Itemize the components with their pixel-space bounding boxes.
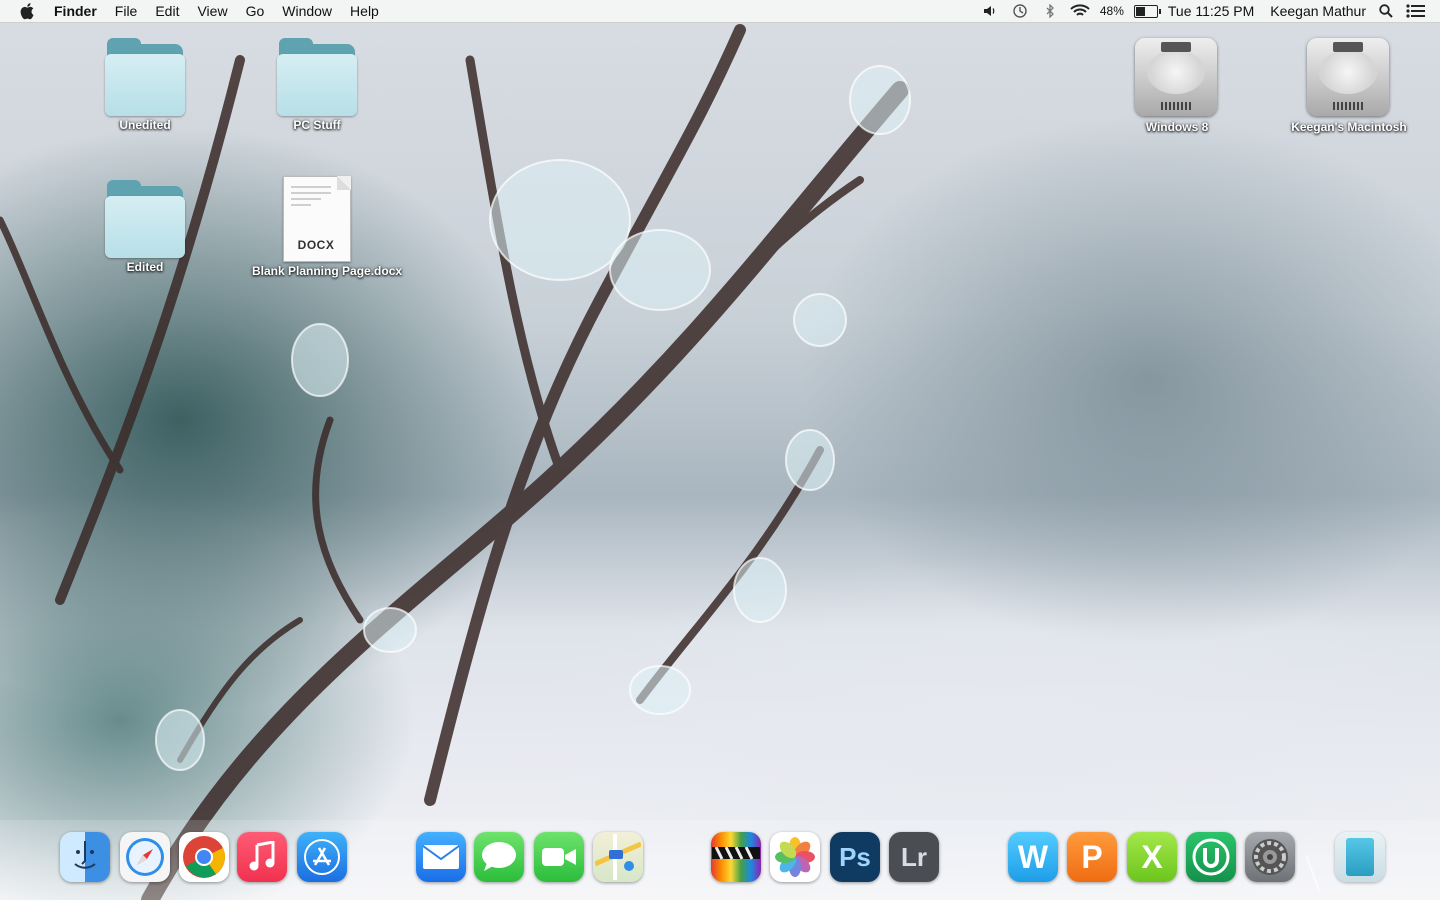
mail-icon[interactable] [416,832,466,882]
maps-icon[interactable] [593,832,643,882]
notification-center-icon[interactable] [1406,3,1426,19]
spotlight-icon[interactable] [1376,3,1396,19]
lightroom-icon[interactable]: Lr [889,832,939,882]
user-name[interactable]: Keegan Mathur [1270,3,1366,19]
desktop-icon-label: Unedited [119,118,171,132]
volume-icon[interactable] [980,3,1000,19]
desktop-icon-label: Windows 8 [1145,120,1209,134]
desktop-folder-edited[interactable]: Edited [80,180,210,274]
hard-drive-icon [1307,34,1391,118]
safari-icon[interactable] [120,832,170,882]
menu-app-name[interactable]: Finder [52,0,106,22]
menu-help[interactable]: Help [341,0,388,22]
desktop-wallpaper [0,0,1440,900]
photoshop-label: Ps [839,841,871,872]
bluetooth-icon[interactable] [1040,3,1060,19]
battery-percent: 48% [1099,4,1124,18]
photos-icon[interactable] [770,832,820,882]
lightroom-label: Lr [901,841,927,872]
desktop-folder-pc-stuff[interactable]: PC Stuff [252,38,382,132]
desktop-file-blank-planning-page[interactable]: DOCX Blank Planning Page.docx [252,176,403,278]
messages-icon[interactable] [474,832,524,882]
menu-edit[interactable]: Edit [146,0,188,22]
powerpoint-label: P [1081,838,1103,875]
menu-window[interactable]: Window [273,0,341,22]
menu-view[interactable]: View [188,0,236,22]
downloads-stack-icon[interactable] [1335,832,1385,882]
stack-item-icon [1346,838,1374,876]
wifi-icon[interactable] [1070,3,1090,19]
facetime-icon[interactable] [534,832,584,882]
upwork-icon[interactable] [1186,832,1236,882]
system-preferences-icon[interactable] [1245,832,1295,882]
finder-icon[interactable] [60,832,110,882]
itunes-icon[interactable] [237,832,287,882]
apple-icon[interactable] [18,0,38,22]
menu-bar: Finder File Edit View Go Window Help 48%… [0,0,1440,23]
folder-icon [105,180,185,258]
desktop-drive-keegans-macintosh[interactable]: Keegan's Macintosh [1284,34,1414,134]
final-cut-icon[interactable] [711,832,761,882]
folder-icon [105,38,185,116]
desktop-folder-unedited[interactable]: Unedited [80,38,210,132]
app-store-icon[interactable] [297,832,347,882]
chrome-icon[interactable] [179,832,229,882]
desktop-icon-label: Blank Planning Page.docx [252,264,403,278]
excel-label: X [1141,838,1163,875]
word-label: W [1017,838,1049,875]
photoshop-icon[interactable]: Ps [830,832,880,882]
powerpoint-icon[interactable]: P [1067,832,1117,882]
document-extension: DOCX [297,238,335,252]
hard-drive-icon [1135,34,1219,118]
time-machine-icon[interactable] [1010,3,1030,19]
desktop-icon-label: Edited [126,260,164,274]
desktop-icon-label: Keegan's Macintosh [1291,120,1407,134]
excel-icon[interactable]: X [1127,832,1177,882]
desktop-icon-label: PC Stuff [293,118,341,132]
word-icon[interactable]: W [1008,832,1058,882]
folder-icon [277,38,357,116]
menu-file[interactable]: File [106,0,147,22]
document-icon: DOCX [283,176,351,262]
menu-go[interactable]: Go [237,0,274,22]
desktop-drive-windows-8[interactable]: Windows 8 [1112,34,1242,134]
battery-icon[interactable] [1133,4,1161,18]
clock[interactable]: Tue 11:25 PM [1168,3,1254,19]
